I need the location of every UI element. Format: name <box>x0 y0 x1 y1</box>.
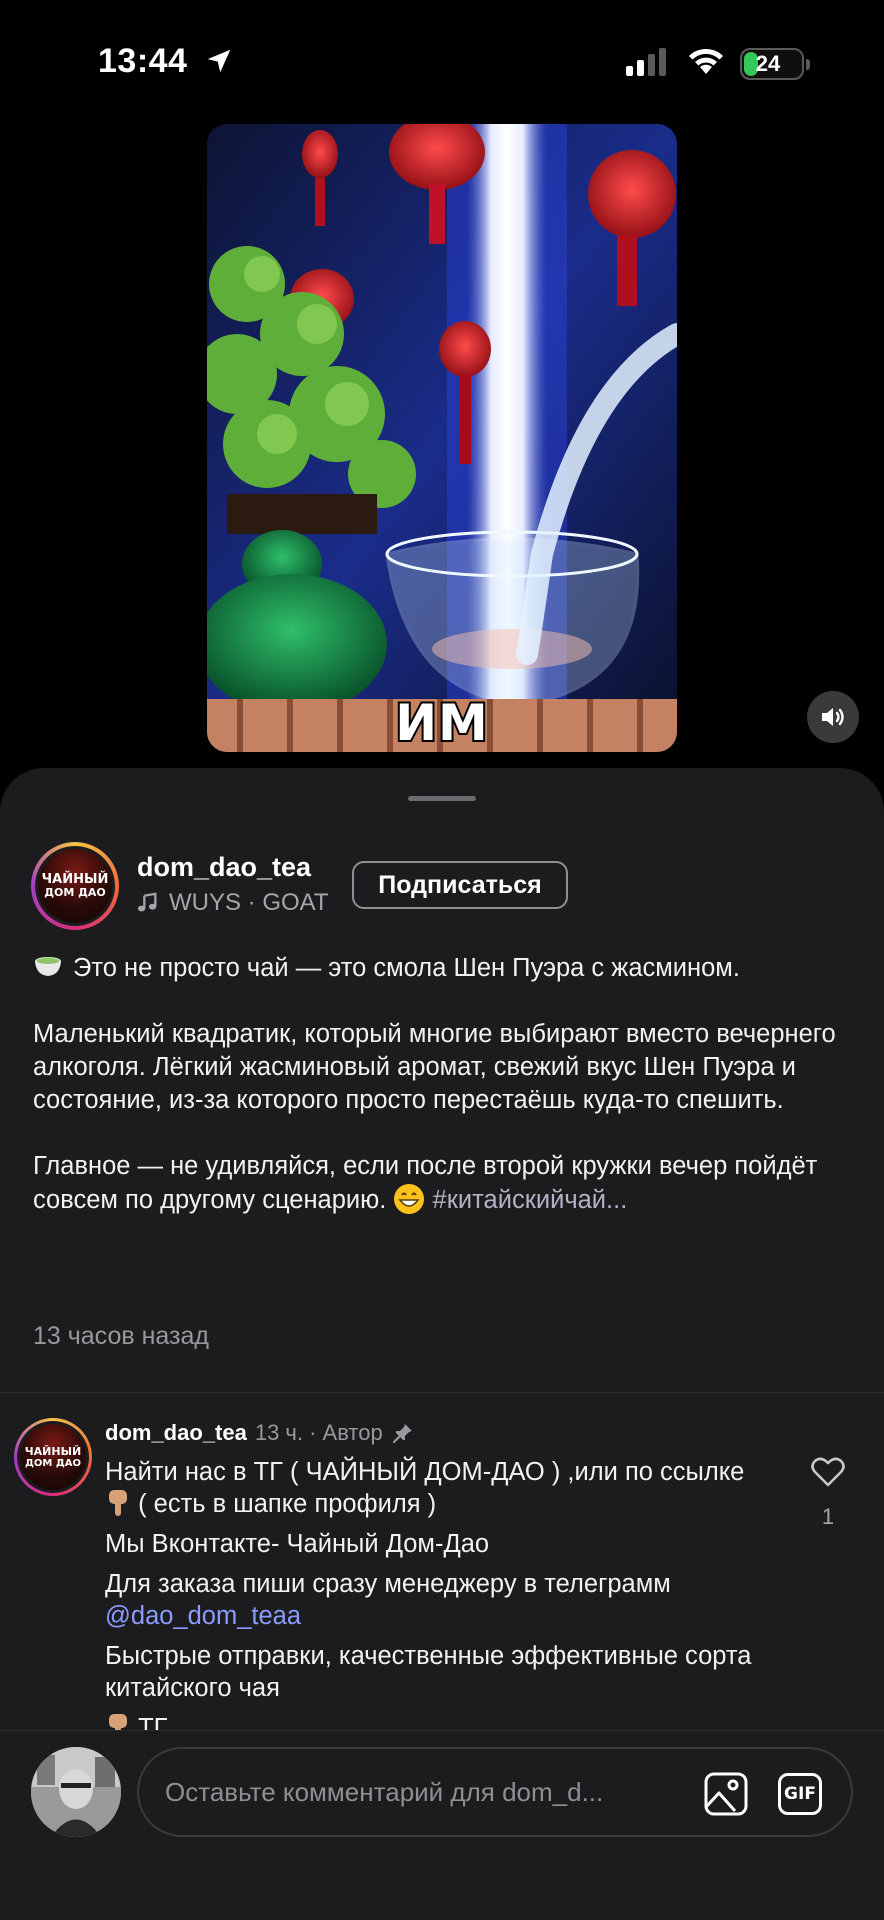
battery-indicator: 24 <box>740 48 810 80</box>
comment-mention[interactable]: @dao_dom_teaa <box>105 1602 301 1630</box>
battery-level: 24 <box>755 51 781 76</box>
comment-line-4: Быстрые отправки, качественные эффективн… <box>105 1642 752 1702</box>
user-photo <box>31 1747 121 1837</box>
divider <box>0 1392 884 1393</box>
heart-icon[interactable] <box>811 1456 845 1488</box>
post-timestamp: 13 часов назад <box>33 1322 209 1350</box>
pointing-down-hand-icon <box>109 1490 127 1516</box>
gif-button[interactable]: GIF <box>778 1773 822 1815</box>
like-count: 1 <box>821 1504 835 1529</box>
comment-text: Найти нас в ТГ ( ЧАЙНЫЙ ДОМ-ДАО ) ,или п… <box>105 1456 765 1752</box>
comment-line-2: Мы Вконтакте- Чайный Дом-Дао <box>105 1530 490 1558</box>
cellular-signal-icon <box>626 48 666 76</box>
music-note-icon <box>137 892 157 912</box>
comment-username[interactable]: dom_dao_tea <box>105 1420 247 1446</box>
comment-line-1b: ( есть в шапке профиля ) <box>138 1490 437 1518</box>
comment-header: dom_dao_tea 13 ч. · Автор <box>105 1420 415 1446</box>
comment-avatar[interactable]: ЧАЙНЫЙ ДОМ ДАО <box>14 1418 92 1496</box>
comment-composer: Оставьте комментарий для dom_d... GIF <box>0 1730 884 1920</box>
brand-logo: ЧАЙНЫЙ ДОМ ДАО <box>20 1424 86 1490</box>
brand-logo: ЧАЙНЫЙ ДОМ ДАО <box>38 849 112 923</box>
wifi-icon <box>689 48 723 74</box>
caption-hashtag[interactable]: #китайскийчай... <box>433 1186 628 1214</box>
subscribe-button[interactable]: Подписаться <box>352 861 568 909</box>
audio-track[interactable]: WUYS · GOAT <box>137 889 329 917</box>
video-frame <box>207 124 677 752</box>
comment-line-1a: Найти нас в ТГ ( ЧАЙНЫЙ ДОМ-ДАО ) ,или п… <box>105 1458 745 1486</box>
status-time: 13:44 <box>98 42 188 80</box>
speaker-icon <box>822 708 844 726</box>
comment-placeholder: Оставьте комментарий для dom_d... <box>165 1777 604 1807</box>
battery-tip <box>806 59 810 70</box>
comment-meta: 13 ч. · Автор <box>254 1420 383 1445</box>
audio-track-label: WUYS · GOAT <box>169 889 329 916</box>
author-avatar[interactable]: ЧАЙНЫЙ ДОМ ДАО <box>31 842 119 930</box>
grinning-emoji-icon <box>394 1184 425 1214</box>
reel-video[interactable]: ИМ <box>207 124 677 752</box>
video-subtitle: ИМ <box>393 692 490 752</box>
image-icon[interactable] <box>703 1771 749 1817</box>
pin-icon <box>392 1424 412 1444</box>
status-bar: 13:44 24 <box>0 0 884 130</box>
tea-cup-icon <box>35 957 61 976</box>
current-user-avatar[interactable] <box>31 1747 121 1837</box>
caption-paragraph-1: Это не просто чай — это смола Шен Пуэра … <box>73 954 740 982</box>
caption-paragraph-2: Маленький квадратик, который многие выби… <box>33 1020 836 1114</box>
post-caption: Это не просто чай — это смола Шен Пуэра … <box>33 952 853 1217</box>
sheet-grabber[interactable] <box>408 796 476 801</box>
author-username[interactable]: dom_dao_tea <box>137 852 311 883</box>
mute-button[interactable] <box>807 691 859 743</box>
comment-line-3: Для заказа пиши сразу менеджеру в телегр… <box>105 1570 671 1598</box>
location-arrow-icon <box>207 49 231 73</box>
comment-input[interactable]: Оставьте комментарий для dom_d... GIF <box>137 1747 853 1837</box>
